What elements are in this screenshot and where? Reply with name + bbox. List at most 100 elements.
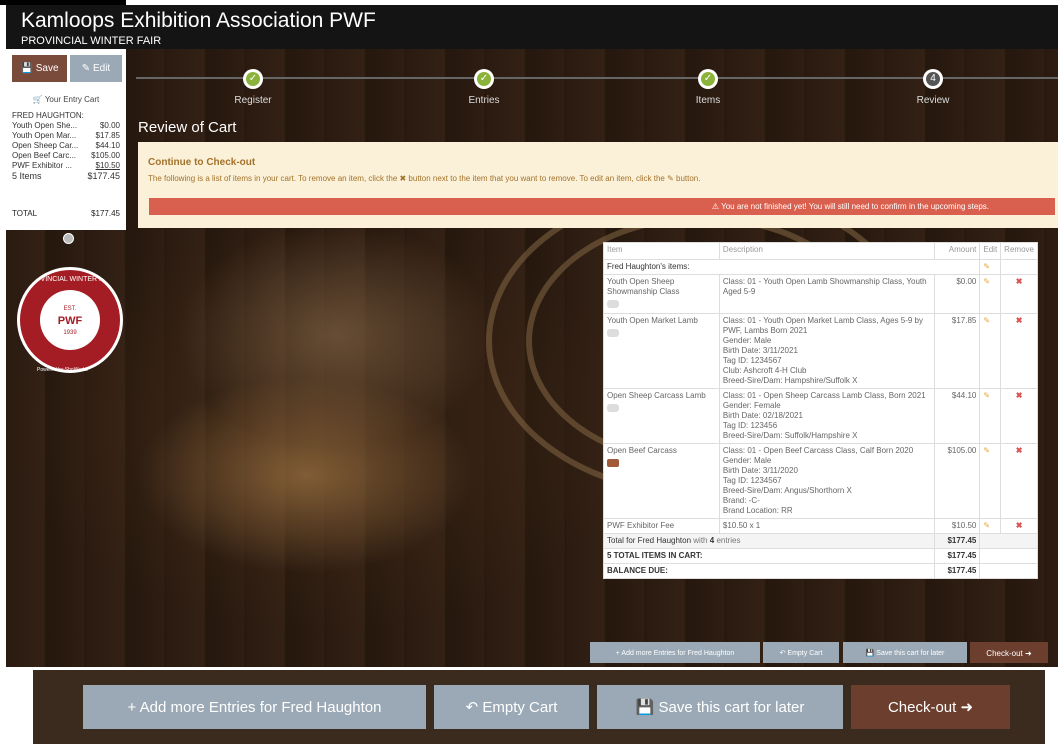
- step-label: Register: [234, 95, 272, 106]
- amount-cell: $10.50: [933, 518, 981, 534]
- undo-icon: ↶: [779, 650, 786, 657]
- owner-total-count: 4: [709, 536, 715, 545]
- remove-icon[interactable]: ✖: [1000, 443, 1038, 519]
- remove-icon[interactable]: ✖: [1000, 274, 1038, 314]
- description-cell: Class: 01 - Open Sheep Carcass Lamb Clas…: [718, 388, 935, 444]
- cart-count: 5 Items $177.45: [12, 171, 120, 182]
- pencil-icon[interactable]: ✎: [979, 518, 1002, 534]
- item-cell: Open Sheep Carcass Lamb: [603, 388, 720, 444]
- description-cell: Class: 01 - Youth Open Market Lamb Class…: [718, 313, 935, 389]
- header-item: Item: [603, 242, 720, 260]
- cart-line-amount: $17.85: [95, 131, 120, 140]
- save-label: Save: [35, 63, 59, 74]
- owner-total-name: Total for Fred Haughton: [607, 536, 692, 545]
- owner-total-with: with: [693, 536, 708, 545]
- checkout-notice: Continue to Check-out The following is a…: [138, 142, 1058, 228]
- save-cart-label: Save this cart for later: [658, 699, 805, 716]
- cart-line: Open Sheep Car... $44.10: [12, 141, 120, 151]
- checkout-button-large[interactable]: Check-out ➜: [851, 685, 1010, 729]
- empty-cart-label: Empty Cart: [482, 699, 558, 716]
- cart-lines: FRED HAUGHTON: Youth Open She... $0.00 Yo…: [12, 111, 120, 182]
- table-row: Open Sheep Carcass Lamb Class: 01 - Open…: [603, 388, 1038, 444]
- header-amount: Amount: [933, 242, 981, 260]
- remove-icon[interactable]: ✖: [1000, 518, 1038, 534]
- amount-cell: $17.85: [933, 313, 981, 389]
- remove-icon[interactable]: ✖: [1000, 313, 1038, 389]
- empty-cell: [1000, 259, 1038, 275]
- progress-line: [136, 77, 1058, 79]
- entry-cart-panel: 💾 Save ✎ Edit 🛒 Your Entry Cart FRED HAU…: [6, 49, 126, 230]
- table-row: Youth Open Market Lamb Class: 01 - Youth…: [603, 313, 1038, 389]
- cart-heading: 🛒 Your Entry Cart: [6, 95, 126, 104]
- pencil-icon[interactable]: ✎: [979, 313, 1002, 389]
- item-name: Open Beef Carcass: [607, 446, 677, 455]
- owner-total-value: $177.45: [933, 533, 981, 549]
- save-button[interactable]: 💾 Save: [12, 55, 67, 82]
- check-icon: ✓: [477, 72, 491, 86]
- item-name: Open Sheep Carcass Lamb: [607, 391, 706, 400]
- sheep-icon: [607, 404, 619, 412]
- amount-cell: $0.00: [933, 274, 981, 314]
- pencil-icon[interactable]: ✎: [979, 274, 1002, 314]
- cart-line-amount: $105.00: [91, 151, 120, 160]
- step-register[interactable]: ✓: [243, 69, 263, 89]
- cart-icon: 🛒: [32, 95, 43, 104]
- save-cart-button-large[interactable]: 💾 Save this cart for later: [597, 685, 843, 729]
- empty-cart-button[interactable]: ↶ Empty Cart: [763, 642, 839, 663]
- step-items[interactable]: ✓: [698, 69, 718, 89]
- description-cell: Class: 01 - Open Beef Carcass Class, Cal…: [718, 443, 935, 519]
- cart-line-name: Open Beef Carc...: [12, 151, 77, 160]
- header-edit: Edit: [979, 242, 1002, 260]
- step-label: Review: [916, 95, 950, 106]
- empty-cart-label: Empty Cart: [787, 650, 823, 657]
- add-entries-label: Add more Entries for Fred Haughton: [139, 699, 382, 716]
- logo-pwf: PWF: [57, 315, 83, 327]
- header-description: Description: [718, 242, 935, 260]
- logo-arc-text: PROVINCIAL WINTER FAIR: [25, 276, 115, 283]
- arrow-right-icon: ➜: [1025, 649, 1032, 658]
- table-row: Youth Open Sheep Showmanship Class Class…: [603, 274, 1038, 314]
- add-entries-label: Add more Entries for Fred Haughton: [621, 650, 735, 657]
- cart-line-name: Youth Open She...: [12, 121, 78, 130]
- cart-line-amount: $10.50: [95, 161, 120, 170]
- add-entries-button-large[interactable]: + Add more Entries for Fred Haughton: [83, 685, 426, 729]
- sheep-icon: [607, 329, 619, 337]
- cart-total-label: TOTAL: [12, 209, 38, 218]
- cart-total-value: $177.45: [91, 209, 120, 218]
- cart-line: PWF Exhibitor ... $10.50: [12, 161, 120, 171]
- balance-row: BALANCE DUE: $177.45: [603, 563, 1038, 579]
- item-cell: Youth Open Sheep Showmanship Class: [603, 274, 720, 314]
- zoomed-action-bar: + Add more Entries for Fred Haughton ↶ E…: [33, 670, 1045, 744]
- empty-cart-button-large[interactable]: ↶ Empty Cart: [434, 685, 589, 729]
- step-entries[interactable]: ✓: [474, 69, 494, 89]
- cart-line-name: Youth Open Mar...: [12, 131, 77, 140]
- description-cell: Class: 01 - Youth Open Lamb Showmanship …: [718, 274, 935, 314]
- logo-year: 1939: [63, 330, 77, 336]
- cart-line: Youth Open She... $0.00: [12, 121, 120, 131]
- empty-cell: [979, 533, 1038, 549]
- save-icon: 💾: [865, 650, 875, 657]
- arrow-right-icon: ➜: [960, 699, 974, 716]
- logo-est: EST.: [63, 306, 77, 312]
- cart-line-amount: $0.00: [99, 121, 120, 130]
- owner-total-entries-word: entries: [716, 536, 741, 545]
- amount-cell: $105.00: [933, 443, 981, 519]
- pencil-icon[interactable]: ✎: [979, 443, 1002, 519]
- amount-cell: $44.10: [933, 388, 981, 444]
- pencil-icon[interactable]: ✎: [979, 259, 1002, 275]
- edit-button[interactable]: ✎ Edit: [70, 55, 122, 82]
- add-entries-button[interactable]: + Add more Entries for Fred Haughton: [590, 642, 760, 663]
- save-cart-button[interactable]: 💾 Save this cart for later: [843, 642, 967, 663]
- cart-count-label: 5 Items: [12, 171, 42, 181]
- notice-title: Continue to Check-out: [148, 157, 256, 168]
- item-cell: Youth Open Market Lamb: [603, 313, 720, 389]
- remove-icon[interactable]: ✖: [1000, 388, 1038, 444]
- pencil-icon[interactable]: ✎: [979, 388, 1002, 444]
- undo-icon: ↶: [465, 699, 479, 716]
- cart-line-name: PWF Exhibitor ...: [12, 161, 73, 170]
- panel-toggle-handle[interactable]: [63, 233, 74, 244]
- item-name: Youth Open Sheep Showmanship Class: [607, 277, 680, 296]
- step-review[interactable]: 4: [923, 69, 943, 89]
- cart-line-name: Open Sheep Car...: [12, 141, 79, 150]
- checkout-button[interactable]: Check-out ➜: [970, 642, 1048, 663]
